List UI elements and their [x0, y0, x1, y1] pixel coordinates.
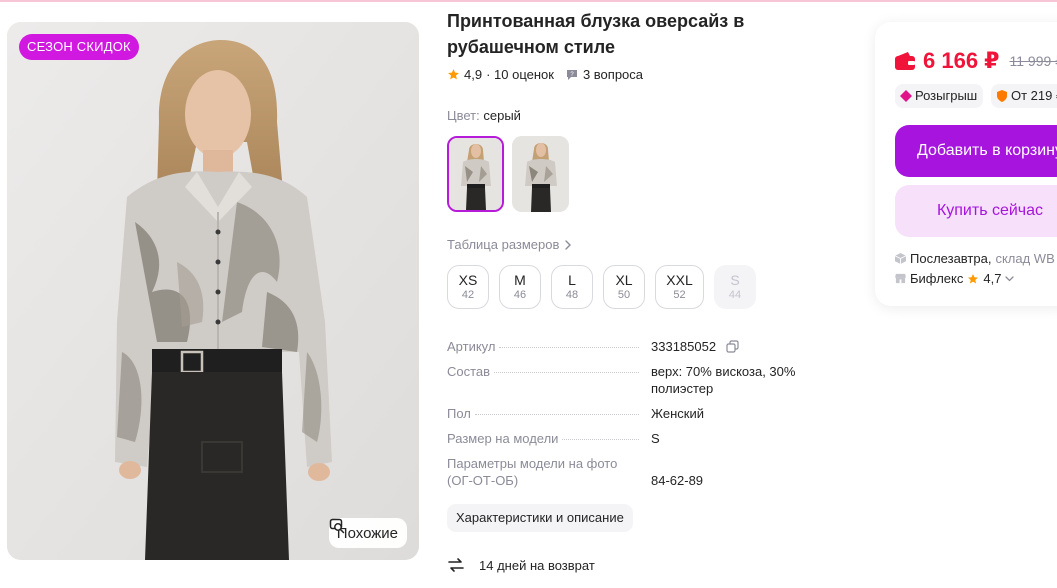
spec-key: Параметры модели на фото (ОГ-ОТ-ОБ): [447, 456, 618, 488]
current-price: 6 166 ₽: [923, 48, 1000, 73]
size-label: L: [568, 272, 576, 288]
size-ru-number: 50: [617, 289, 631, 301]
size-ru-number: 52: [673, 289, 686, 301]
color-value: серый: [483, 108, 521, 123]
chevron-down-icon: [1005, 275, 1015, 281]
main-product-photo[interactable]: СЕЗОН СКИДОК Похожие: [7, 22, 419, 560]
spec-key: Пол: [447, 405, 643, 422]
size-label: M: [514, 272, 526, 288]
size-option-xs[interactable]: XS 42: [447, 265, 489, 309]
spec-value: Женский: [651, 406, 704, 421]
similar-products-button[interactable]: Похожие: [328, 518, 407, 548]
spec-key: Размер на модели: [447, 430, 643, 447]
spec-value: верх: 70% вискоза, 30% полиэстер: [651, 364, 796, 396]
buy-card: 6 166 ₽ 11 999 ₽ Розыгрыш От 219 ₽ Добав…: [875, 22, 1057, 306]
delivery-info: Послезавтра, склад WB: [895, 251, 1055, 266]
top-divider: [0, 0, 1057, 2]
shield-icon: [997, 90, 1007, 102]
size-table-label: Таблица размеров: [447, 237, 560, 252]
size-label: XL: [615, 272, 633, 288]
model-photo-illustration: [7, 22, 419, 560]
return-arrows-icon: [448, 558, 464, 572]
delivery-warehouse: склад WB: [995, 251, 1055, 266]
spec-value: 333185052: [651, 338, 811, 355]
star-icon: [968, 273, 979, 283]
color-label-text: Цвет:: [447, 108, 480, 123]
thumbnail-photo: [512, 136, 569, 212]
seller-name: Бифлекс: [910, 271, 964, 286]
size-ru-number: 42: [461, 289, 475, 301]
color-thumbnail-1[interactable]: [447, 136, 504, 212]
size-ru-number: 44: [728, 289, 742, 301]
wallet-icon: [895, 52, 915, 70]
thumbnail-photo: [449, 138, 502, 210]
color-label: Цвет: серый: [447, 108, 521, 123]
return-policy: 14 дней на возврат: [447, 556, 595, 574]
box-icon: [895, 253, 906, 264]
size-ru-number: 48: [565, 289, 579, 301]
size-table-link[interactable]: Таблица размеров: [447, 237, 572, 252]
size-option-m[interactable]: M 46: [499, 265, 541, 309]
old-price: 11 999 ₽: [1009, 52, 1057, 69]
shop-icon: [895, 273, 906, 284]
size-ru-number: 46: [513, 289, 527, 301]
size-selector: XS 42 M 46 L 48 XL 50 XXL 52 S 44: [447, 265, 756, 309]
rating-row: 4,9 · 10 оценок ? 3 вопроса: [447, 67, 643, 82]
similar-products-label: Похожие: [336, 524, 398, 542]
installment-label: От 219 ₽: [1011, 88, 1057, 103]
size-option-l[interactable]: L 48: [551, 265, 593, 309]
installment-chip[interactable]: От 219 ₽: [991, 84, 1057, 108]
raffle-chip[interactable]: Розыгрыш: [895, 84, 984, 108]
spec-key: Артикул: [447, 338, 643, 355]
question-bubble-icon: ?: [566, 69, 578, 81]
rating-value: 4,9: [464, 67, 483, 82]
size-label: S: [730, 272, 740, 288]
product-title: Принтованная блузка оверсайз в рубашечно…: [447, 11, 745, 57]
spec-value: 84-62-89: [651, 473, 704, 488]
questions-link[interactable]: 3 вопроса: [583, 67, 643, 82]
buy-now-button[interactable]: Купить сейчас: [895, 185, 1057, 237]
characteristics-button[interactable]: Характеристики и описание: [447, 504, 633, 532]
add-to-cart-button[interactable]: Добавить в корзину: [895, 125, 1057, 177]
delivery-day: Послезавтра,: [910, 251, 992, 266]
size-label: XXL: [666, 272, 693, 288]
spec-key: Состав: [447, 363, 643, 380]
spec-value: S: [651, 431, 660, 446]
copy-icon[interactable]: [726, 340, 739, 353]
seller-info[interactable]: Бифлекс 4,7: [895, 271, 1015, 286]
chevron-right-icon: [565, 239, 572, 250]
size-option-xl[interactable]: XL 50: [603, 265, 645, 309]
size-label: XS: [458, 272, 478, 288]
size-option-s-unavailable[interactable]: S 44: [714, 265, 756, 309]
size-option-xxl[interactable]: XXL 52: [655, 265, 704, 309]
raffle-label: Розыгрыш: [915, 88, 978, 103]
sale-season-badge: СЕЗОН СКИДОК: [19, 34, 139, 60]
price-row: 6 166 ₽ 11 999 ₽: [895, 48, 1057, 74]
similar-search-icon: [329, 518, 345, 534]
seller-rating: 4,7: [983, 271, 1002, 286]
star-icon: [447, 68, 460, 81]
return-text: 14 дней на возврат: [479, 557, 595, 573]
color-thumbnail-2[interactable]: [512, 136, 569, 212]
raffle-diamond-icon: [900, 90, 912, 102]
reviews-link[interactable]: · 10 оценок: [486, 67, 554, 82]
article-number: 333185052: [651, 339, 717, 354]
